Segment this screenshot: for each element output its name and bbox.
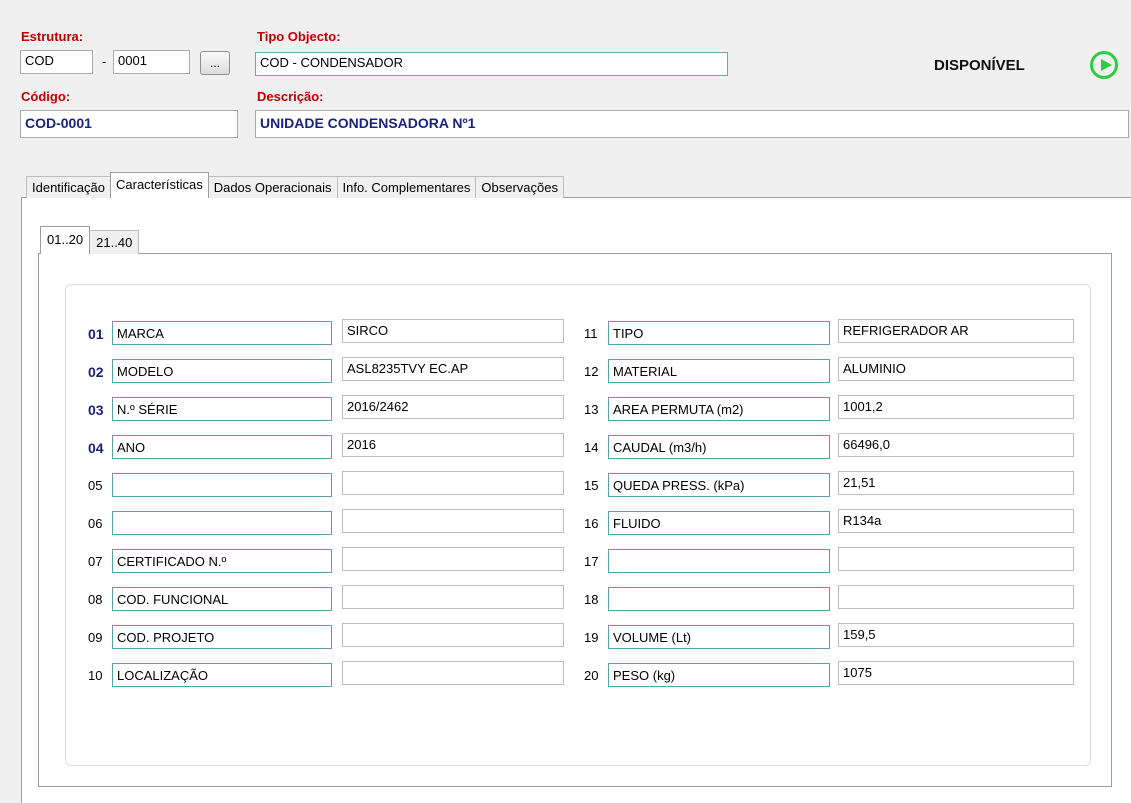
characteristic-name-field[interactable]: CAUDAL (m3/h) xyxy=(608,435,830,459)
characteristic-value-field[interactable] xyxy=(342,471,564,495)
characteristic-name-field[interactable]: MARCA xyxy=(112,321,332,345)
characteristic-value-field[interactable]: ALUMINIO xyxy=(838,357,1074,381)
estrutura-code-field[interactable]: COD xyxy=(20,50,93,74)
characteristic-value-field[interactable] xyxy=(838,585,1074,609)
characteristic-name-field[interactable]: N.º SÉRIE xyxy=(112,397,332,421)
row-number: 19 xyxy=(584,630,599,645)
estrutura-number-field[interactable]: 0001 xyxy=(113,50,190,74)
characteristic-name-field[interactable] xyxy=(112,473,332,497)
row-number: 02 xyxy=(88,364,104,380)
sub-tabbar: 01..20 21..40 xyxy=(40,226,140,254)
characteristic-name-field[interactable]: LOCALIZAÇÃO xyxy=(112,663,332,687)
row-number: 04 xyxy=(88,440,104,456)
row-number: 17 xyxy=(584,554,599,569)
characteristic-value-field[interactable]: 159,5 xyxy=(838,623,1074,647)
characteristic-name-field[interactable]: COD. FUNCIONAL xyxy=(112,587,332,611)
characteristic-value-field[interactable]: SIRCO xyxy=(342,319,564,343)
characteristic-name-field[interactable]: QUEDA PRESS. (kPa) xyxy=(608,473,830,497)
characteristic-name-field[interactable] xyxy=(608,549,830,573)
descricao-field[interactable]: UNIDADE CONDENSADORA Nº1 xyxy=(255,110,1129,138)
tipo-objecto-label: Tipo Objecto: xyxy=(257,29,341,44)
characteristic-name-field[interactable]: TIPO xyxy=(608,321,830,345)
characteristic-name-field[interactable] xyxy=(112,511,332,535)
codigo-field[interactable]: COD-0001 xyxy=(20,110,238,138)
tab-caracteristicas[interactable]: Características xyxy=(110,172,209,198)
characteristic-value-field[interactable]: 1001,2 xyxy=(838,395,1074,419)
characteristic-name-field[interactable]: FLUIDO xyxy=(608,511,830,535)
main-tabbar: Identificação Características Dados Oper… xyxy=(26,172,564,198)
tab-dados-operacionais[interactable]: Dados Operacionais xyxy=(207,176,338,198)
characteristic-name-field[interactable]: PESO (kg) xyxy=(608,663,830,687)
browse-button[interactable]: ... xyxy=(200,51,230,75)
characteristic-value-field[interactable]: 66496,0 xyxy=(838,433,1074,457)
row-number: 12 xyxy=(584,364,599,379)
row-number: 08 xyxy=(88,592,103,607)
tipo-objecto-field[interactable]: COD - CONDENSADOR xyxy=(255,52,728,76)
row-number: 10 xyxy=(88,668,103,683)
row-number: 18 xyxy=(584,592,599,607)
row-number: 16 xyxy=(584,516,599,531)
row-number: 14 xyxy=(584,440,599,455)
characteristic-name-field[interactable]: COD. PROJETO xyxy=(112,625,332,649)
characteristic-value-field[interactable] xyxy=(342,623,564,647)
subtab-01-20[interactable]: 01..20 xyxy=(40,226,91,254)
row-number: 01 xyxy=(88,326,104,342)
characteristic-value-field[interactable]: 1075 xyxy=(838,661,1074,685)
characteristic-value-field[interactable]: REFRIGERADOR AR xyxy=(838,319,1074,343)
estrutura-label: Estrutura: xyxy=(21,29,84,44)
characteristic-value-field[interactable] xyxy=(342,509,564,533)
play-circle-icon[interactable] xyxy=(1090,51,1118,79)
characteristic-value-field[interactable]: 2016/2462 xyxy=(342,395,564,419)
characteristic-name-field[interactable]: CERTIFICADO N.º xyxy=(112,549,332,573)
characteristic-value-field[interactable] xyxy=(838,547,1074,571)
characteristic-value-field[interactable]: R134a xyxy=(838,509,1074,533)
tab-info-complementares[interactable]: Info. Complementares xyxy=(336,176,477,198)
row-number: 15 xyxy=(584,478,599,493)
characteristic-value-field[interactable] xyxy=(342,547,564,571)
descricao-label: Descrição: xyxy=(257,89,324,104)
status-text: DISPONÍVEL xyxy=(934,57,1025,74)
characteristic-value-field[interactable]: 2016 xyxy=(342,433,564,457)
row-number: 03 xyxy=(88,402,104,418)
estrutura-separator: - xyxy=(102,54,107,69)
tab-observacoes[interactable]: Observações xyxy=(475,176,564,198)
row-number: 06 xyxy=(88,516,103,531)
characteristic-value-field[interactable] xyxy=(342,661,564,685)
characteristic-name-field[interactable]: VOLUME (Lt) xyxy=(608,625,830,649)
row-number: 13 xyxy=(584,402,599,417)
characteristic-value-field[interactable]: 21,51 xyxy=(838,471,1074,495)
subtab-21-40[interactable]: 21..40 xyxy=(89,230,140,254)
tab-identificacao[interactable]: Identificação xyxy=(26,176,111,198)
characteristic-name-field[interactable]: AREA PERMUTA (m2) xyxy=(608,397,830,421)
codigo-label: Código: xyxy=(21,89,71,104)
characteristic-name-field[interactable] xyxy=(608,587,830,611)
row-number: 07 xyxy=(88,554,103,569)
characteristic-value-field[interactable] xyxy=(342,585,564,609)
row-number: 11 xyxy=(584,326,598,341)
characteristic-name-field[interactable]: MODELO xyxy=(112,359,332,383)
characteristic-name-field[interactable]: MATERIAL xyxy=(608,359,830,383)
row-number: 20 xyxy=(584,668,599,683)
row-number: 05 xyxy=(88,478,103,493)
characteristic-name-field[interactable]: ANO xyxy=(112,435,332,459)
characteristic-value-field[interactable]: ASL8235TVY EC.AP xyxy=(342,357,564,381)
row-number: 09 xyxy=(88,630,103,645)
